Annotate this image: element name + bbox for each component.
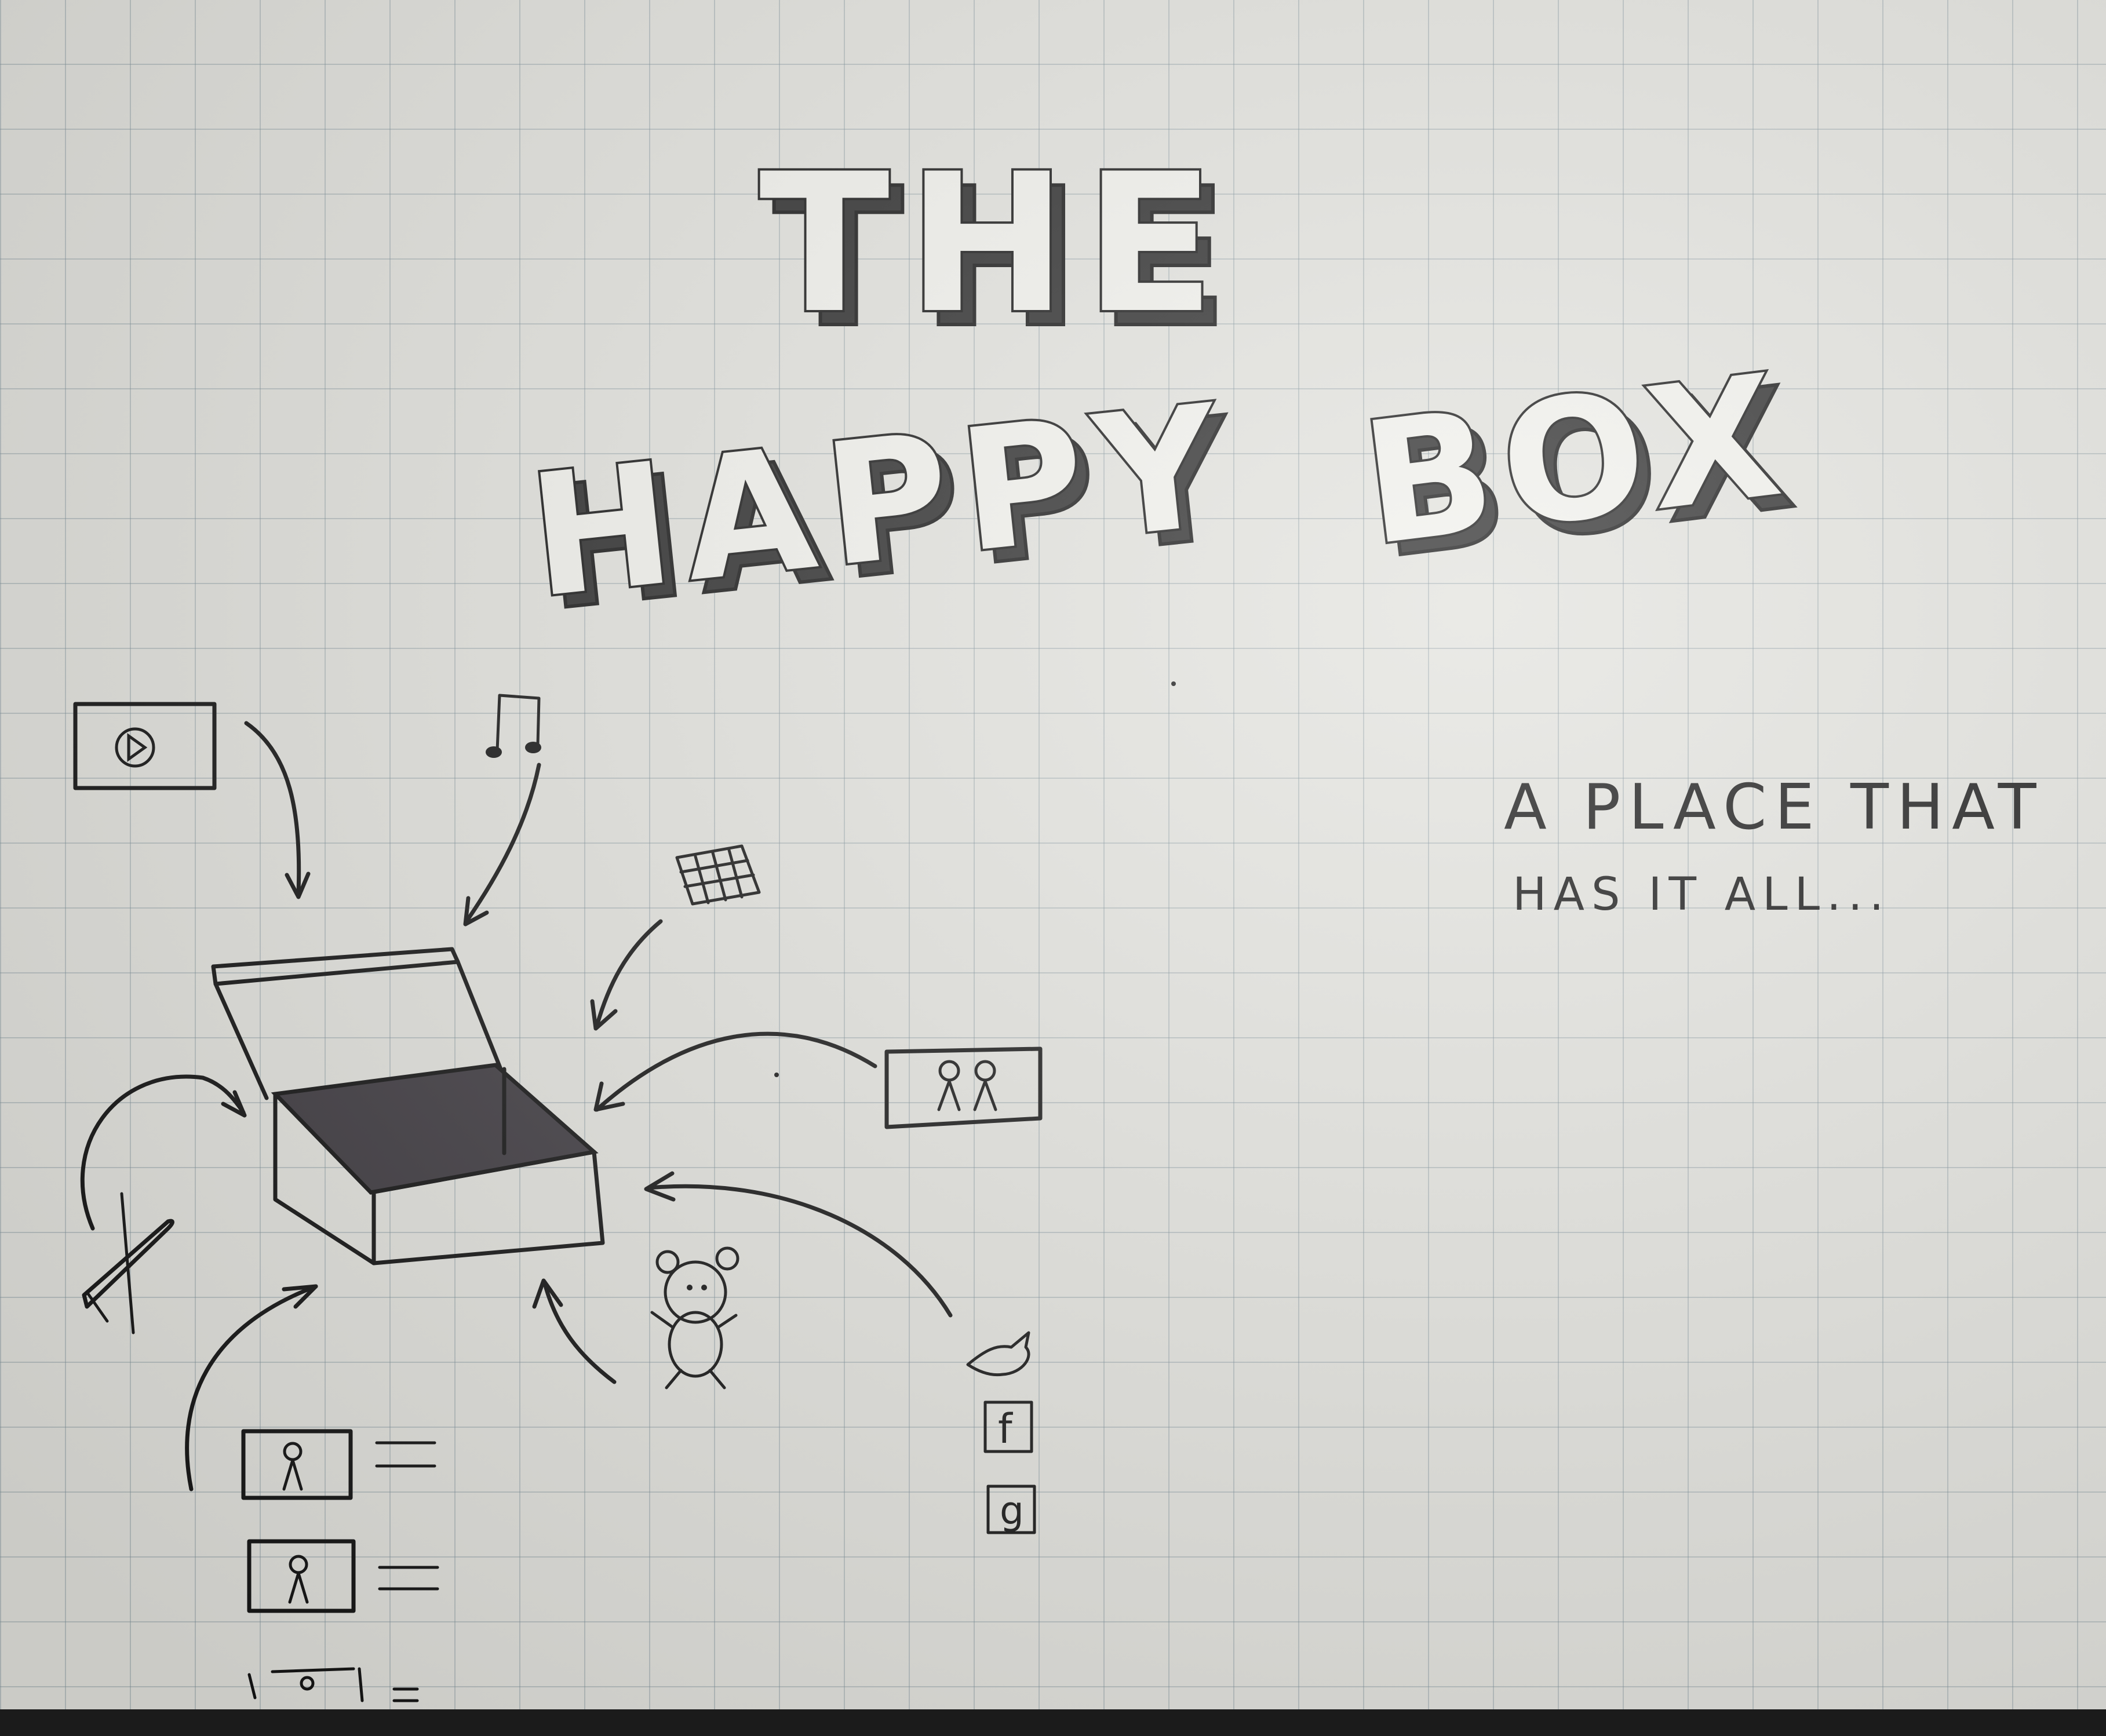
title-box: BOX BOX xyxy=(1351,335,1814,597)
teddy-bear-icon xyxy=(650,1246,739,1389)
calendar-icon xyxy=(675,844,761,906)
tagline: A PLACE THAT HAS IT ALL... xyxy=(1504,771,2045,921)
svg-text:HAPPY: HAPPY xyxy=(522,368,1241,636)
desk-edge xyxy=(0,1709,2106,1736)
google-icon: g xyxy=(986,1485,1036,1534)
profile-list-icon xyxy=(241,1429,439,1702)
airplane-icon xyxy=(82,1192,174,1334)
tagline-line2: HAS IT ALL... xyxy=(1513,869,1890,921)
title-the: THE THE xyxy=(757,130,1233,371)
svg-text:THE: THE xyxy=(759,133,1233,355)
svg-text:f: f xyxy=(998,1405,1013,1453)
happy-box-sketch: THE THE HAPPY HAPPY BOX BOX A PLACE THAT… xyxy=(73,130,2045,1702)
people-photo-icon xyxy=(884,1046,1043,1129)
title-happy: HAPPY HAPPY xyxy=(519,366,1255,650)
music-note-icon xyxy=(486,694,541,758)
facebook-icon: f xyxy=(983,1401,1033,1453)
tagline-line1: A PLACE THAT xyxy=(1504,771,2045,844)
twitter-bird-icon xyxy=(966,1331,1030,1377)
open-box-icon xyxy=(211,947,605,1265)
video-play-icon xyxy=(73,702,217,790)
svg-text:g: g xyxy=(1000,1489,1024,1533)
